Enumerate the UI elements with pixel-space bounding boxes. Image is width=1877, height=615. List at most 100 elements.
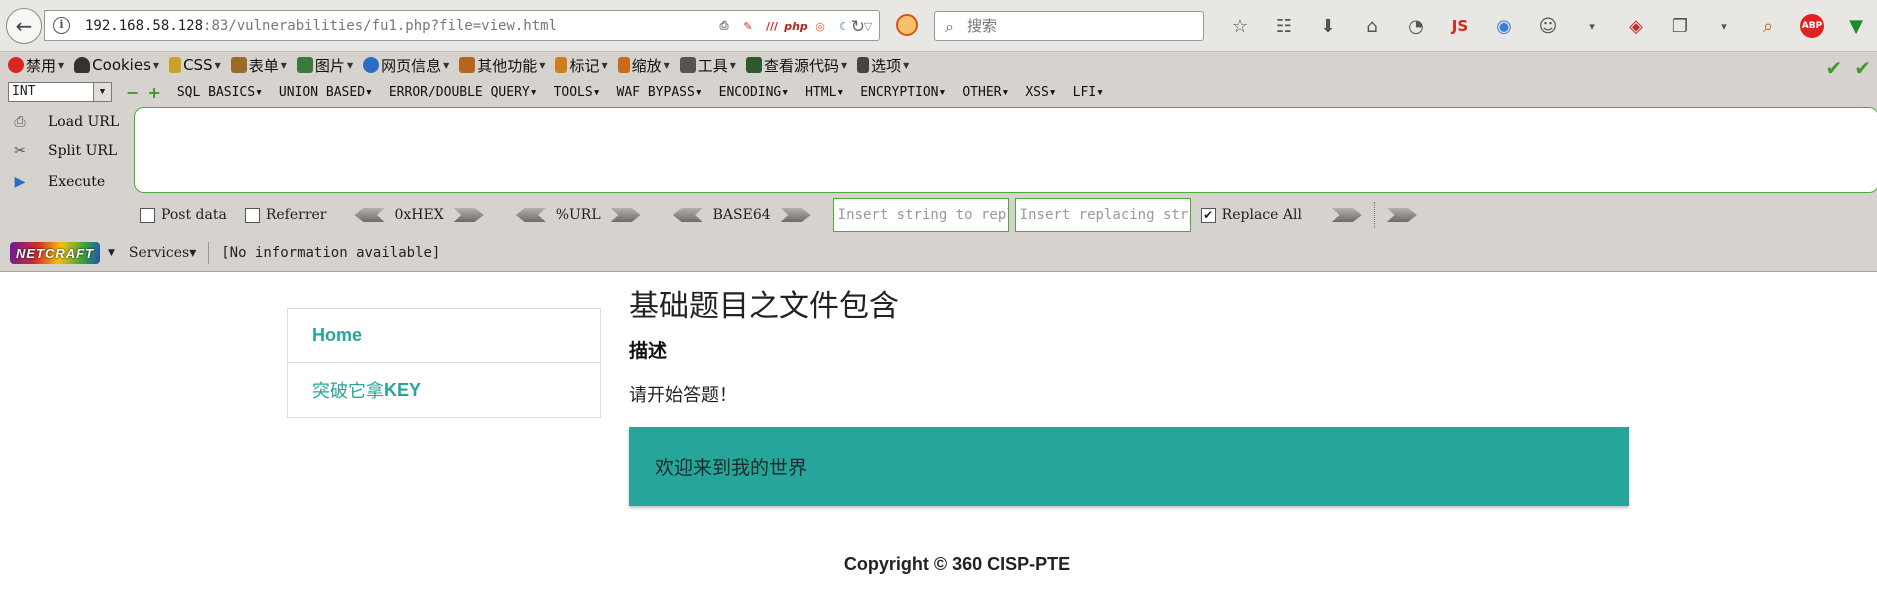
- bookmarks-list-icon[interactable]: ☷: [1262, 13, 1306, 39]
- replace-button[interactable]: [1331, 208, 1362, 222]
- pen-icon[interactable]: ✎: [739, 17, 757, 35]
- address-bar[interactable]: i 192.168.58.128:83/vulnerabilities/fu1.…: [44, 10, 880, 41]
- printer-icon[interactable]: ⎙: [715, 17, 733, 35]
- web-page: Home 突破它拿 KEY 基础题目之文件包含 描述 请开始答题！ 欢迎来到我的世…: [0, 273, 1877, 615]
- hackbar-menu-encoding[interactable]: ENCODING▾: [719, 85, 789, 100]
- nav-get-key[interactable]: 突破它拿 KEY: [288, 363, 600, 417]
- replace-to-input[interactable]: Insert replacing string: [1014, 198, 1191, 232]
- hackbar-toolbar: INT ▼ − + SQL BASICS▾ UNION BASED▾ ERROR/…: [0, 80, 1877, 104]
- menu-options[interactable]: 选项 ▼: [857, 55, 909, 76]
- js-icon[interactable]: JS: [1438, 13, 1482, 39]
- shield-addon-icon[interactable]: ◈: [1614, 13, 1658, 39]
- hackbar-menu-union-based[interactable]: UNION BASED▾: [279, 85, 373, 100]
- palette-icon[interactable]: ☺: [1526, 13, 1570, 39]
- disable-icon: [8, 57, 24, 73]
- base64-decode-button[interactable]: [672, 208, 703, 222]
- hackbar-icon[interactable]: ///: [763, 17, 781, 35]
- referrer-checkbox[interactable]: Referrer: [244, 207, 326, 223]
- search-input[interactable]: [967, 16, 1187, 36]
- bookmark-star-icon[interactable]: ☆: [1218, 13, 1262, 39]
- zoom-icon: [617, 57, 630, 73]
- back-button[interactable]: ←: [6, 8, 42, 44]
- hex-encoder: 0xHEX: [344, 207, 493, 223]
- play-icon: ▶: [14, 174, 26, 190]
- status-checks: ✔ ✔: [1825, 56, 1871, 80]
- base64-encode-button[interactable]: [780, 208, 811, 222]
- sidebar-nav: Home 突破它拿 KEY: [287, 308, 601, 418]
- replace-from-input[interactable]: Insert string to replace: [832, 198, 1009, 232]
- adblock-icon[interactable]: ABP: [1800, 14, 1824, 38]
- menu-images[interactable]: 图片 ▼: [296, 55, 353, 76]
- php-icon[interactable]: php: [784, 17, 808, 35]
- url-encode-button[interactable]: [610, 208, 641, 222]
- replace-next-button[interactable]: [1386, 208, 1417, 222]
- overflow-icon[interactable]: ▾: [1570, 13, 1614, 39]
- type-select[interactable]: INT ▼: [8, 82, 112, 102]
- url-text[interactable]: 192.168.58.128:83/vulnerabilities/fu1.ph…: [85, 18, 557, 34]
- load-url-button[interactable]: ⎙ Load URL: [10, 112, 119, 132]
- hackbar-menu-error-double-query[interactable]: ERROR/DOUBLE QUERY▾: [389, 85, 538, 100]
- download-icon[interactable]: ⬇: [1306, 13, 1350, 39]
- window-icon[interactable]: ❐: [1658, 13, 1702, 39]
- menu-forms[interactable]: 表单 ▼: [230, 55, 287, 76]
- toolbar-icons: ☆ ☷ ⬇ ⌂ ◔ JS ◉ ☺ ▾ ◈ ❐ ▾ ⌕ ABP ▼: [1218, 13, 1877, 39]
- hackbar-menu-waf-bypass[interactable]: WAF BYPASS▾: [617, 85, 703, 100]
- search-box[interactable]: ⌕: [934, 11, 1204, 41]
- menu-view-source[interactable]: 查看源代码 ▼: [745, 55, 847, 76]
- split-url-button[interactable]: ✂ Split URL: [10, 141, 117, 161]
- menu-tools[interactable]: 工具 ▼: [679, 55, 736, 76]
- url-textarea[interactable]: [134, 107, 1877, 193]
- navigation-toolbar: ← i 192.168.58.128:83/vulnerabilities/fu…: [0, 0, 1877, 52]
- menu-zoom[interactable]: 缩放 ▼: [617, 55, 670, 76]
- hackbar-menus: SQL BASICS▾ UNION BASED▾ ERROR/DOUBLE QU…: [177, 85, 1120, 100]
- minus-icon[interactable]: −: [126, 83, 139, 102]
- hex-decode-button[interactable]: [354, 208, 385, 222]
- menu-cookies[interactable]: Cookies ▼: [74, 56, 159, 74]
- base64-encoder: BASE64: [663, 207, 821, 223]
- ubuntu-icon[interactable]: ◎: [811, 17, 829, 35]
- chevron-down-icon: ▼: [93, 83, 111, 101]
- globe-icon[interactable]: ◔: [1394, 13, 1438, 39]
- execute-button[interactable]: ▶ Execute: [10, 172, 106, 192]
- search-icon: ⌕: [945, 17, 954, 36]
- netcraft-info: [No information available]: [221, 245, 441, 261]
- menu-dropdown-icon[interactable]: ▾: [1702, 13, 1746, 39]
- hackbar-menu-other[interactable]: OTHER▾: [962, 85, 1009, 100]
- options-icon: [857, 57, 870, 73]
- url-decode-button[interactable]: [515, 208, 546, 222]
- plus-icon[interactable]: +: [147, 83, 160, 102]
- post-data-checkbox[interactable]: Post data: [140, 207, 227, 223]
- menu-misc[interactable]: 其他功能 ▼: [459, 55, 545, 76]
- hackbar-menu-lfi[interactable]: LFI▾: [1073, 85, 1104, 100]
- netcraft-toolbar: NETCRAFT ▼ Services▾ [No information ava…: [10, 240, 440, 266]
- services-menu[interactable]: Services▾: [129, 245, 196, 261]
- menu-mark[interactable]: 标记 ▼: [555, 55, 608, 76]
- hackbar-menu-xss[interactable]: XSS▾: [1025, 85, 1056, 100]
- noscript-icon[interactable]: [896, 14, 918, 36]
- replace-all-checkbox[interactable]: ✔ Replace All: [1200, 207, 1302, 223]
- reload-icon[interactable]: ↻: [851, 17, 865, 37]
- netcraft-logo[interactable]: NETCRAFT: [10, 242, 100, 264]
- hackbar-menu-html[interactable]: HTML▾: [805, 85, 844, 100]
- translate-icon[interactable]: ◉: [1482, 13, 1526, 39]
- info-icon: [363, 57, 380, 73]
- magnifier-icon[interactable]: ⌕: [1746, 13, 1790, 39]
- chevron-down-icon[interactable]: ▼: [108, 248, 115, 258]
- menu-page-info[interactable]: 网页信息 ▼: [363, 55, 449, 76]
- menu-css[interactable]: CSS ▼: [169, 56, 221, 74]
- css-icon: [169, 57, 182, 73]
- nav-home[interactable]: Home: [288, 309, 600, 363]
- menu-disable[interactable]: 禁用 ▼: [8, 55, 64, 76]
- check-icon[interactable]: ✔: [1854, 56, 1871, 80]
- hackbar-menu-tools[interactable]: TOOLS▾: [554, 85, 601, 100]
- hex-encode-button[interactable]: [453, 208, 484, 222]
- check-icon[interactable]: ✔: [1825, 56, 1842, 80]
- site-info-icon[interactable]: i: [53, 17, 70, 34]
- description-heading: 描述: [629, 340, 668, 362]
- security-shield-icon[interactable]: ▼: [1834, 13, 1877, 39]
- hackbar-menu-sql-basics[interactable]: SQL BASICS▾: [177, 85, 263, 100]
- home-icon[interactable]: ⌂: [1350, 13, 1394, 39]
- hackbar-menu-encryption[interactable]: ENCRYPTION▾: [860, 85, 946, 100]
- hackbar-options-row: Post data Referrer 0xHEX %URL BASE64 Ins…: [140, 198, 1429, 232]
- misc-icon: [459, 57, 476, 73]
